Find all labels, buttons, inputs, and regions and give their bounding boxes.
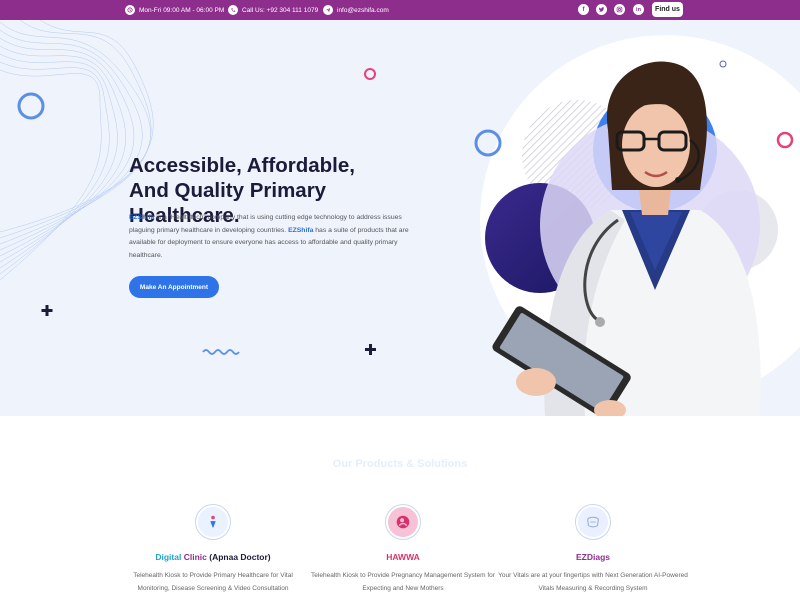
- product-description: Telehealth Kiosk to Provide Pregnancy Ma…: [311, 572, 495, 592]
- product-card-hawwa[interactable]: HAWWA Telehealth Kiosk to Provide Pregna…: [308, 504, 498, 595]
- squiggle-decor: [202, 349, 240, 355]
- blue-ring-decor-2: [474, 129, 502, 157]
- facebook-icon[interactable]: f: [578, 4, 589, 15]
- email-info[interactable]: info@ezshifa.com: [323, 0, 389, 20]
- brand-name: EZShifa: [129, 214, 155, 221]
- product-card-ezdiags[interactable]: EZDiags Your Vitals are at your fingerti…: [498, 504, 688, 595]
- mother-icon: [385, 504, 421, 540]
- product-card-digital-clinic[interactable]: Digital Clinic (Apnaa Doctor) Telehealth…: [118, 504, 308, 595]
- hero-description: EZShifa is a “Healthtech” company that i…: [129, 212, 414, 262]
- top-bar: Mon-Fri 09:00 AM - 06:00 PM Call Us: +92…: [0, 0, 800, 20]
- product-title-part: (Apnaa Doctor): [209, 552, 271, 562]
- phone-text: Call Us: +92 304 111 1079: [242, 6, 319, 14]
- phone-icon: [228, 5, 238, 15]
- linkedin-icon[interactable]: in: [633, 4, 644, 15]
- product-title: Digital Clinic (Apnaa Doctor): [118, 552, 308, 562]
- product-description: Telehealth Kiosk to Provide Primary Heal…: [133, 572, 293, 592]
- hours-info: Mon-Fri 09:00 AM - 06:00 PM: [125, 0, 224, 20]
- clinic-icon: [195, 504, 231, 540]
- plus-decor-1: [41, 305, 53, 316]
- product-title-part: Clinic: [183, 552, 207, 562]
- phone-info[interactable]: Call Us: +92 304 111 1079: [228, 0, 318, 20]
- find-us-button[interactable]: Find us: [652, 2, 683, 17]
- diagnostics-icon: [575, 504, 611, 540]
- hero-section: Accessible, Affordable, And Quality Prim…: [0, 20, 800, 416]
- product-title-part: Digital: [155, 552, 182, 562]
- product-title: HAWWA: [386, 552, 420, 562]
- send-icon: [323, 5, 333, 15]
- hero-title-line: And Quality Primary: [129, 179, 327, 202]
- make-appointment-button[interactable]: Make An Appointment: [129, 276, 219, 298]
- blue-ring-decor: [17, 92, 45, 120]
- email-text: info@ezshifa.com: [337, 6, 389, 14]
- product-title: EZDiags: [575, 552, 610, 562]
- instagram-icon[interactable]: [614, 4, 625, 15]
- products-section-title: Our Products & Solutions: [332, 458, 468, 470]
- brand-name: EZShifa: [288, 226, 314, 234]
- twitter-icon[interactable]: [596, 4, 607, 15]
- product-description: Your Vitals are at your fingertips with …: [498, 572, 688, 592]
- pink-ring-decor: [364, 68, 376, 80]
- clock-icon: [125, 5, 135, 15]
- plus-decor-2: [365, 344, 376, 355]
- hero-title-line: Accessible, Affordable,: [129, 154, 355, 177]
- hours-text: Mon-Fri 09:00 AM - 06:00 PM: [139, 6, 225, 14]
